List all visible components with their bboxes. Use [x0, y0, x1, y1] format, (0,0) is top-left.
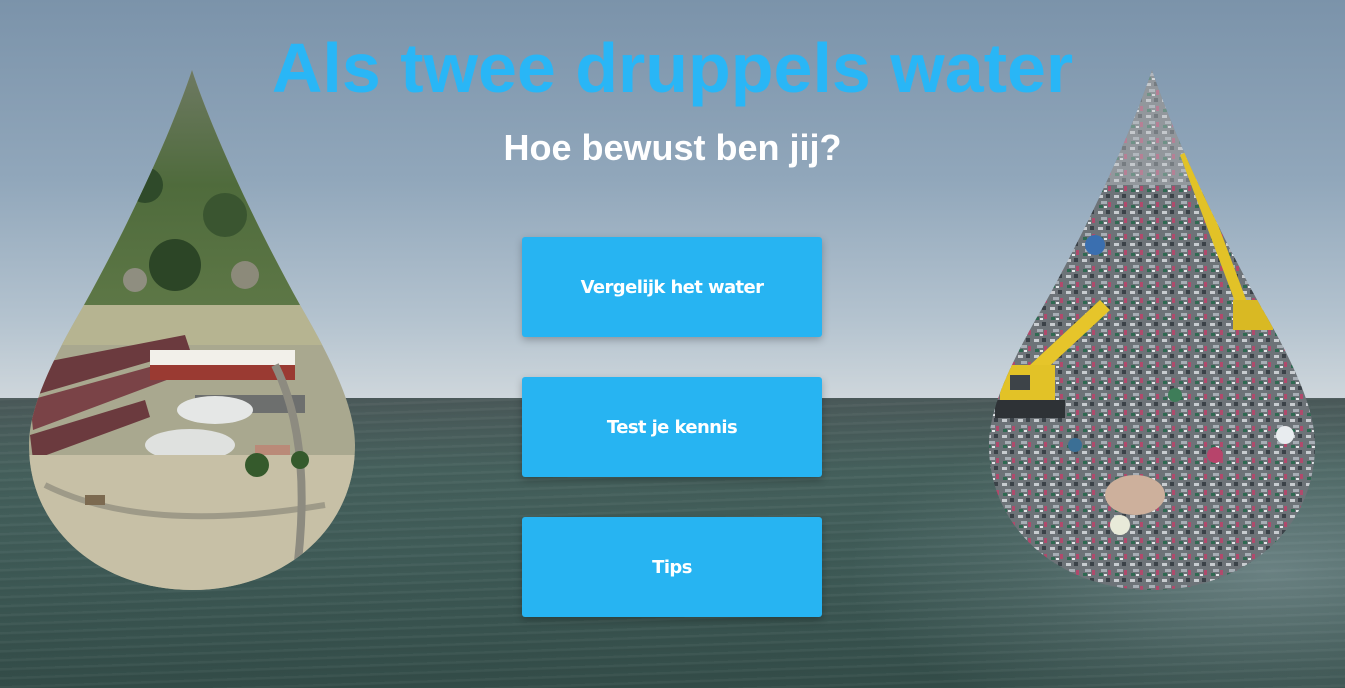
compare-water-button[interactable]: Vergelijk het water [522, 237, 822, 337]
page-title: Als twee druppels water [271, 29, 1074, 107]
test-knowledge-button[interactable]: Test je kennis [522, 377, 822, 477]
tips-button[interactable]: Tips [522, 517, 822, 617]
page-subtitle: Hoe bewust ben jij? [503, 127, 842, 168]
